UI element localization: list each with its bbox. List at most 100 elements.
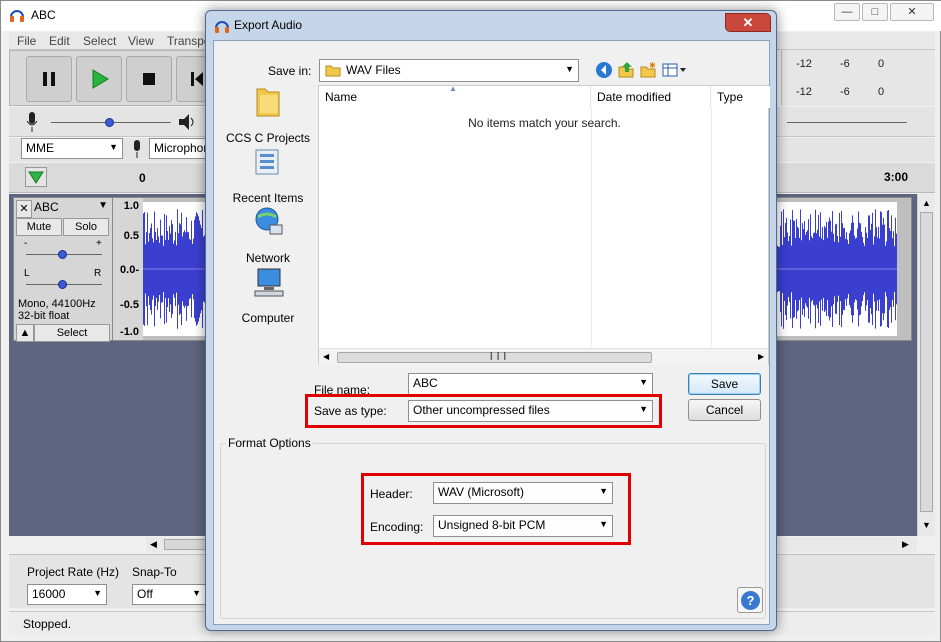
project-rate-select[interactable]: 16000 ▼ xyxy=(27,584,107,605)
file-name-input[interactable]: ABC ▼ xyxy=(408,373,653,395)
help-button[interactable]: ? xyxy=(737,587,763,613)
timeline-label: 3:00 xyxy=(884,170,909,184)
pause-button[interactable] xyxy=(26,56,72,102)
dialog-close-button[interactable]: ✕ xyxy=(725,13,771,32)
chevron-down-icon: ▼ xyxy=(639,377,648,387)
file-list[interactable]: Name ▲ Date modified Type No items match… xyxy=(318,84,770,365)
up-folder-icon xyxy=(618,62,634,78)
place-network[interactable]: Network xyxy=(220,205,316,265)
track-sample-format: 32-bit float xyxy=(18,310,70,322)
encoding-select[interactable]: Unsigned 8-bit PCM ▼ xyxy=(433,515,613,537)
computer-icon xyxy=(252,265,284,299)
cancel-button[interactable]: Cancel xyxy=(688,399,761,421)
menu-edit[interactable]: Edit xyxy=(49,34,70,48)
select-track-button[interactable]: Select xyxy=(34,324,110,342)
help-icon: ? xyxy=(741,591,760,610)
column-date-modified[interactable]: Date modified xyxy=(591,86,711,108)
dialog-body: Save in: WAV Files ▼ ✱ CCS C Projects Re… xyxy=(213,40,770,625)
menu-file[interactable]: File xyxy=(17,34,36,48)
place-label: CCS C Projects xyxy=(225,131,311,145)
timeline-label: 0 xyxy=(139,171,146,185)
meter-label: -12 xyxy=(796,86,812,98)
save-in-select[interactable]: WAV Files ▼ xyxy=(319,59,579,82)
scroll-thumb[interactable]: ❙❙❙ xyxy=(337,351,652,363)
meter-label: -6 xyxy=(840,58,850,70)
save-in-label: Save in: xyxy=(268,64,312,78)
save-as-type-value: Other uncompressed files xyxy=(413,403,550,417)
scroll-left-icon[interactable]: ◀ xyxy=(323,352,329,361)
folder-icon xyxy=(252,85,284,119)
back-button[interactable] xyxy=(594,61,614,81)
save-button[interactable]: Save xyxy=(688,373,761,395)
up-folder-button[interactable] xyxy=(616,61,636,81)
chevron-down-icon: ▼ xyxy=(565,64,574,74)
view-menu-button[interactable] xyxy=(660,61,690,81)
speaker-icon xyxy=(179,114,194,130)
collapse-track-button[interactable]: ▲ xyxy=(16,324,34,342)
close-track-button[interactable]: ✕ xyxy=(16,200,32,218)
place-ccs-c-projects[interactable]: CCS C Projects xyxy=(220,85,316,145)
snap-to-select[interactable]: Off ▼ xyxy=(132,584,206,605)
skip-start-button[interactable] xyxy=(176,56,206,102)
view-grid-icon xyxy=(662,63,686,77)
app-title: ABC xyxy=(31,8,56,22)
file-list-scrollbar[interactable]: ◀ ❙❙❙ ▶ xyxy=(319,348,768,365)
scroll-right-icon[interactable]: ▶ xyxy=(758,352,764,361)
stop-button[interactable] xyxy=(126,56,172,102)
meter-label: 0 xyxy=(878,58,885,70)
mute-button[interactable]: Mute xyxy=(16,218,62,236)
track-name-menu[interactable]: ABC ▼ xyxy=(34,200,110,218)
menu-select[interactable]: Select xyxy=(83,34,116,48)
input-volume-knob[interactable] xyxy=(105,118,114,127)
track-control-panel: ✕ ABC ▼ Mute Solo - + L R Mono, 44100Hz … xyxy=(13,197,113,342)
host-select[interactable]: MME ▼ xyxy=(21,138,123,159)
waveform[interactable] xyxy=(775,197,912,341)
stop-icon xyxy=(143,73,155,85)
scroll-left-icon[interactable]: ◀ xyxy=(150,539,157,550)
save-as-type-select[interactable]: Other uncompressed files ▼ xyxy=(408,400,653,422)
gain-knob[interactable] xyxy=(58,250,67,259)
minimize-button[interactable]: — xyxy=(834,3,860,21)
scroll-right-icon[interactable]: ▶ xyxy=(902,539,909,550)
output-volume-slider[interactable] xyxy=(787,122,907,123)
audacity-logo-icon xyxy=(215,21,229,33)
audacity-logo-icon xyxy=(10,10,24,22)
maximize-button[interactable]: □ xyxy=(862,3,888,21)
header-select[interactable]: WAV (Microsoft) ▼ xyxy=(433,482,613,504)
meter-label: 0 xyxy=(878,86,885,98)
chevron-down-icon: ▼ xyxy=(599,519,608,529)
encoding-value: Unsigned 8-bit PCM xyxy=(438,518,546,532)
sort-up-icon: ▲ xyxy=(449,84,457,93)
meter-label: -6 xyxy=(840,86,850,98)
recent-items-icon xyxy=(252,145,284,179)
vertical-scrollbar[interactable]: ▲ ▼ xyxy=(917,194,935,536)
new-folder-button[interactable]: ✱ xyxy=(638,61,658,81)
scroll-up-icon[interactable]: ▲ xyxy=(922,198,931,208)
menu-view[interactable]: View xyxy=(128,34,154,48)
scroll-thumb[interactable] xyxy=(920,212,933,512)
pause-icon xyxy=(43,72,55,86)
column-name[interactable]: Name ▲ xyxy=(319,84,591,108)
timeline-options-button[interactable] xyxy=(25,167,47,187)
transport-toolbar xyxy=(9,50,209,106)
save-in-value: WAV Files xyxy=(346,63,401,77)
column-type[interactable]: Type xyxy=(711,86,770,108)
project-rate-label: Project Rate (Hz) xyxy=(27,565,120,579)
waveform[interactable] xyxy=(143,197,207,341)
new-folder-icon: ✱ xyxy=(640,61,656,78)
place-computer[interactable]: Computer xyxy=(220,265,316,325)
ruler-label: -0.5 xyxy=(120,299,139,311)
track-format: Mono, 44100Hz xyxy=(18,298,96,310)
solo-button[interactable]: Solo xyxy=(63,218,109,236)
scroll-down-icon[interactable]: ▼ xyxy=(922,520,931,530)
waveform-graphic xyxy=(775,202,897,336)
format-options-label: Format Options xyxy=(226,436,313,450)
pan-knob[interactable] xyxy=(58,280,67,289)
column-header-type: Type xyxy=(717,90,744,104)
place-recent-items[interactable]: Recent Items xyxy=(220,145,316,205)
dialog-title: Export Audio xyxy=(234,18,303,32)
pan-right-label: R xyxy=(94,268,102,279)
meter-label: -12 xyxy=(796,58,812,70)
play-button[interactable] xyxy=(76,56,122,102)
close-app-button[interactable]: ✕ xyxy=(890,3,934,21)
